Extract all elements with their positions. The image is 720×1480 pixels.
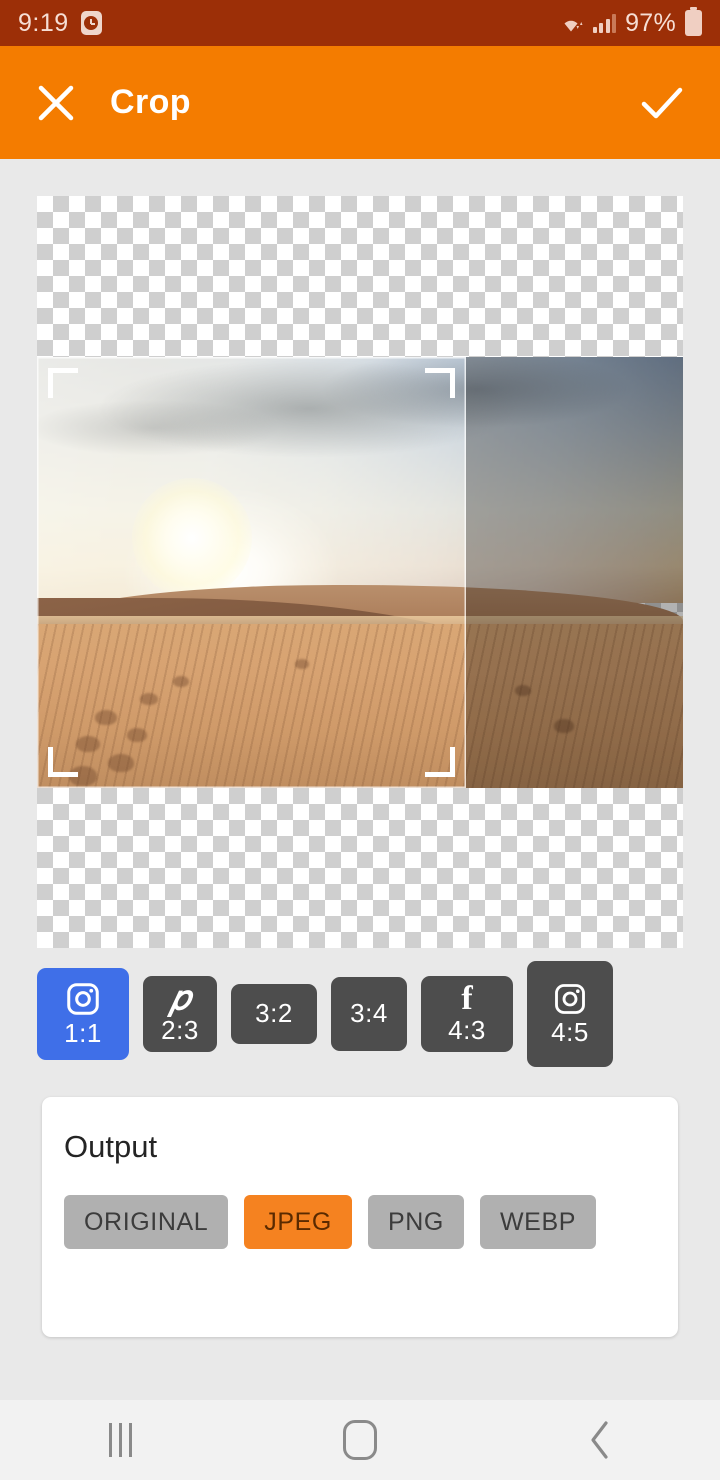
output-title: Output xyxy=(64,1129,158,1164)
crop-handle-top-left[interactable] xyxy=(48,368,78,398)
aspect-ratio-label: 3:2 xyxy=(255,998,293,1029)
instagram-icon xyxy=(552,981,588,1017)
cellular-signal-icon xyxy=(592,13,617,33)
alarm-clock-icon xyxy=(80,11,102,35)
battery-icon xyxy=(685,7,702,36)
facebook-icon: f xyxy=(461,980,473,1018)
aspect-ratio-label: 2:3 xyxy=(161,1014,199,1045)
editor-content: 1:1 𝑝 2:3 3:2 3:4 f 4:3 4:5 Output ORIGI… xyxy=(0,159,720,1400)
output-card: Output ORIGINAL JPEG PNG WEBP xyxy=(42,1097,678,1337)
aspect-ratio-label: 4:3 xyxy=(448,1014,486,1045)
battery-percent-label: 97% xyxy=(625,8,676,37)
crop-shade-right xyxy=(466,357,683,788)
aspect-ratio-button-2-3[interactable]: 𝑝 2:3 xyxy=(143,976,217,1052)
pinterest-icon: 𝑝 xyxy=(170,980,190,1018)
crop-handle-top-right[interactable] xyxy=(425,368,455,398)
aspect-ratio-button-4-3[interactable]: f 4:3 xyxy=(421,976,513,1052)
status-bar: 9:19 97% xyxy=(0,0,720,46)
status-bar-right: 97% xyxy=(558,7,702,38)
back-icon[interactable] xyxy=(480,1400,720,1480)
format-chip-original[interactable]: ORIGINAL xyxy=(64,1195,229,1249)
format-chip-webp[interactable]: WEBP xyxy=(479,1195,596,1249)
home-icon[interactable] xyxy=(240,1400,480,1480)
format-chip-png[interactable]: PNG xyxy=(367,1195,464,1249)
aspect-ratio-label: 3:4 xyxy=(350,998,388,1029)
instagram-icon xyxy=(64,980,102,1018)
checkmark-icon[interactable] xyxy=(626,67,698,139)
aspect-ratio-label: 4:5 xyxy=(551,1017,589,1048)
crop-handle-bottom-right[interactable] xyxy=(425,747,455,777)
page-title: Crop xyxy=(110,83,191,121)
aspect-ratio-button-1-1[interactable]: 1:1 xyxy=(37,968,129,1060)
status-bar-clock: 9:19 xyxy=(18,8,69,37)
app-bar: Crop xyxy=(0,46,720,159)
screen-root: 9:19 97% Crop 1:1 𝑝 2:3 3:2 3:4 f 4:3 4:… xyxy=(0,0,720,1480)
status-bar-left: 9:19 xyxy=(18,9,102,38)
wifi-icon xyxy=(558,12,584,34)
crop-preview-image[interactable] xyxy=(37,357,683,788)
aspect-ratio-button-3-4[interactable]: 3:4 xyxy=(331,977,407,1051)
recents-icon[interactable] xyxy=(0,1400,240,1480)
output-format-list: ORIGINAL JPEG PNG WEBP xyxy=(64,1195,656,1249)
aspect-ratio-button-4-5[interactable]: 4:5 xyxy=(527,961,613,1067)
format-chip-jpeg[interactable]: JPEG xyxy=(244,1195,352,1249)
aspect-ratio-button-3-2[interactable]: 3:2 xyxy=(231,984,317,1044)
close-icon[interactable] xyxy=(20,67,92,139)
aspect-ratio-label: 1:1 xyxy=(64,1018,102,1049)
aspect-ratio-list: 1:1 𝑝 2:3 3:2 3:4 f 4:3 4:5 xyxy=(37,959,683,1069)
crop-handle-bottom-left[interactable] xyxy=(48,747,78,777)
system-navigation-bar xyxy=(0,1400,720,1480)
crop-selection-box[interactable] xyxy=(37,357,466,788)
